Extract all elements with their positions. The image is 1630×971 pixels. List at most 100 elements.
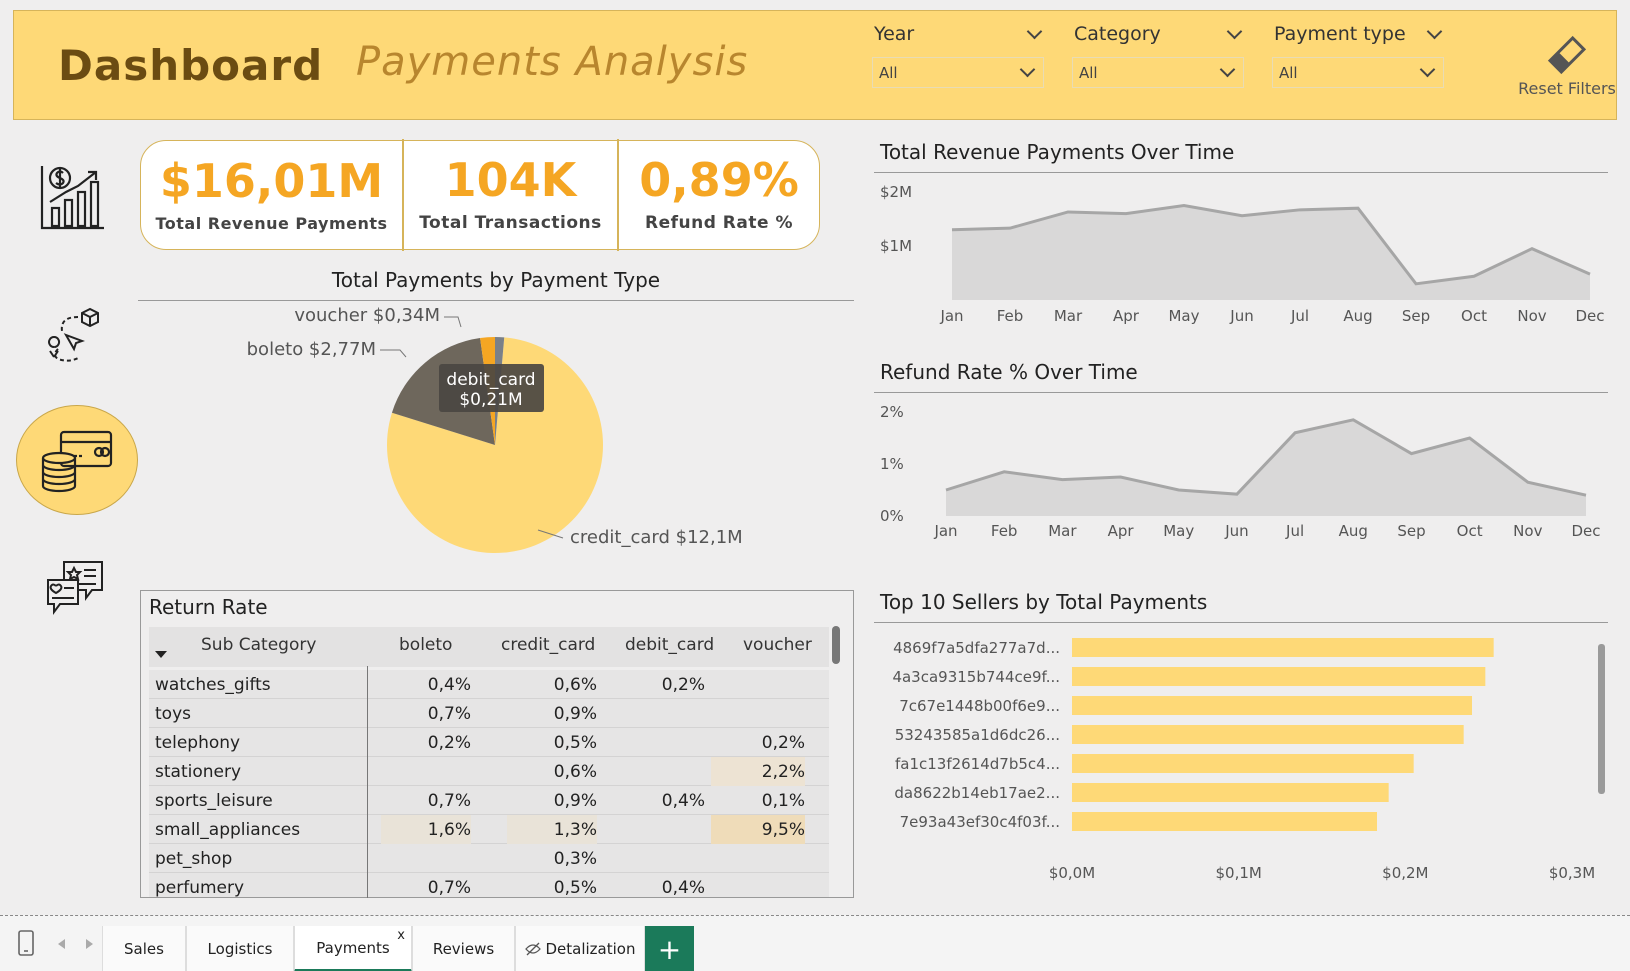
payment-type-dropdown[interactable]: All (1272, 57, 1444, 88)
cell-sub-category: toys (155, 703, 191, 724)
reset-filters-button[interactable]: Reset Filters (1507, 35, 1627, 98)
column-header-voucher[interactable]: voucher (743, 627, 812, 663)
table-scrollbar[interactable] (832, 626, 840, 664)
sales-chart-icon[interactable] (38, 162, 108, 232)
reset-filters-label: Reset Filters (1518, 79, 1616, 98)
year-slicer[interactable]: Year All (872, 19, 1044, 88)
tab-detalization[interactable]: Detalization (515, 926, 645, 971)
leader-line (444, 316, 462, 328)
cell-credit-card: 0,9% (553, 790, 597, 811)
cell-boleto (381, 757, 471, 786)
x-tick-label: Dec (1575, 307, 1604, 325)
sellers-bar-chart[interactable]: 4869f7a5dfa277a7d... 4a3ca9315b744ce9f...… (874, 626, 1614, 896)
chevron-down-icon[interactable] (1426, 23, 1443, 39)
payment-type-slicer[interactable]: Payment type All (1272, 19, 1444, 88)
cell-debit-card: 0,4% (661, 877, 705, 898)
y-tick-label: 1% (880, 455, 904, 473)
category-slicer[interactable]: Category All (1072, 19, 1244, 88)
table-row[interactable]: sports_leisure 0,7% 0,9% 0,4% 0,1% (149, 786, 829, 815)
cell-credit-card: 0,6% (553, 674, 597, 695)
pie-chart[interactable]: credit_card $12,1M boleto $2,77M voucher $… (138, 305, 854, 565)
bar-seller-5[interactable] (1072, 754, 1414, 773)
cell-voucher: 9,5% (711, 815, 805, 844)
cell-sub-category: sports_leisure (155, 790, 273, 811)
logistics-route-icon[interactable] (44, 305, 102, 365)
tab-label: Payments (316, 938, 390, 957)
bar-seller-4[interactable] (1072, 725, 1464, 744)
cell-voucher: 0,2% (761, 732, 805, 753)
x-tick-label: $0,0M (1049, 864, 1095, 882)
bar-seller-2[interactable] (1072, 667, 1486, 686)
table-row[interactable]: watches_gifts 0,4% 0,6% 0,2% (149, 670, 829, 699)
tab-close-button[interactable]: x (397, 928, 405, 943)
x-tick-label: Apr (1108, 522, 1135, 540)
reviews-chat-icon[interactable] (44, 558, 106, 620)
chevron-down-icon[interactable] (1026, 23, 1043, 39)
cell-credit-card: 0,9% (553, 703, 597, 724)
cell-boleto: 0,7% (427, 703, 471, 724)
x-tick-label: Jan (939, 307, 963, 325)
year-slicer-label: Year (874, 23, 915, 45)
table-row[interactable]: stationery 0,6% 2,2% (149, 757, 829, 786)
cell-credit-card: 0,6% (553, 761, 597, 782)
kpi-total-transactions: 104K Total Transactions (404, 141, 617, 249)
mobile-layout-icon[interactable] (18, 930, 34, 956)
bar-chart-scrollbar[interactable] (1598, 644, 1605, 794)
year-value: All (879, 63, 898, 82)
column-header-debit-card[interactable]: debit_card (625, 627, 714, 663)
refund-chart-title: Refund Rate % Over Time (880, 360, 1138, 384)
tab-reviews[interactable]: Reviews (412, 926, 515, 971)
bar-seller-3[interactable] (1072, 696, 1472, 715)
category-dropdown[interactable]: All (1072, 57, 1244, 88)
cell-voucher: 0,1% (761, 790, 805, 811)
area-fill (946, 419, 1586, 516)
tab-sales[interactable]: Sales (102, 926, 186, 971)
x-tick-label: Mar (1048, 522, 1077, 540)
bar-category-label: da8622b14eb17ae2... (894, 784, 1060, 802)
cell-sub-category: stationery (155, 761, 242, 782)
y-tick-label: 2% (880, 403, 904, 421)
bar-seller-1[interactable] (1072, 638, 1494, 657)
add-page-button[interactable]: + (645, 926, 694, 971)
pie-label-credit-card: credit_card $12,1M (570, 527, 743, 548)
chevron-right-icon[interactable] (86, 939, 94, 949)
bar-category-label: 7e93a43ef30c4f03f... (900, 813, 1060, 831)
year-dropdown[interactable]: All (872, 57, 1044, 88)
bar-seller-7[interactable] (1072, 812, 1377, 831)
table-row[interactable]: toys 0,7% 0,9% (149, 699, 829, 728)
column-header-sub-category[interactable]: Sub Category (201, 627, 316, 663)
x-tick-label: Jun (1229, 307, 1253, 325)
revenue-area-chart[interactable]: Jan Feb Mar Apr May Jun Jul Aug Sep Oct Nov Dec $1M $… (874, 176, 1614, 326)
chevron-left-icon[interactable] (58, 939, 66, 949)
return-rate-table[interactable]: Return Rate Sub Category boleto credit_c… (140, 590, 854, 898)
category-slicer-label: Category (1074, 23, 1161, 45)
refund-area-chart[interactable]: Jan Feb Mar Apr May Jun Jul Aug Sep Oct Nov Dec 0% 1%… (874, 396, 1614, 546)
kpi-value: $16,01M (159, 153, 384, 208)
column-header-credit-card[interactable]: credit_card (501, 627, 595, 663)
nav-payments-active[interactable] (16, 405, 138, 515)
x-tick-label: Feb (997, 307, 1024, 325)
chevron-down-icon[interactable] (1226, 23, 1243, 39)
table-row[interactable]: perfumery 0,7% 0,5% 0,4% (149, 873, 829, 898)
cell-boleto (381, 844, 471, 873)
x-tick-label: Sep (1397, 522, 1425, 540)
chevron-down-icon (1219, 61, 1236, 78)
cell-sub-category: telephony (155, 732, 241, 753)
table-row[interactable]: pet_shop 0,3% (149, 844, 829, 873)
tab-payments[interactable]: Payments x (294, 926, 412, 971)
chevron-down-icon (1019, 61, 1036, 78)
tab-logistics[interactable]: Logistics (186, 926, 294, 971)
bar-seller-6[interactable] (1072, 783, 1389, 802)
x-tick-label: Apr (1113, 307, 1140, 325)
cell-credit-card: 0,5% (553, 877, 597, 898)
column-header-boleto[interactable]: boleto (399, 627, 452, 663)
table-row[interactable]: small_appliances 1,6% 1,3% 9,5% (149, 815, 829, 844)
table-row[interactable]: telephony 0,2% 0,5% 0,2% (149, 728, 829, 757)
y-tick-label: $2M (880, 183, 912, 201)
cell-debit-card (615, 757, 705, 786)
cell-voucher: 2,2% (711, 757, 805, 786)
sort-desc-icon[interactable] (155, 651, 167, 659)
cell-voucher (715, 873, 805, 897)
pie-title-rule (138, 300, 854, 301)
category-value: All (1079, 63, 1098, 82)
